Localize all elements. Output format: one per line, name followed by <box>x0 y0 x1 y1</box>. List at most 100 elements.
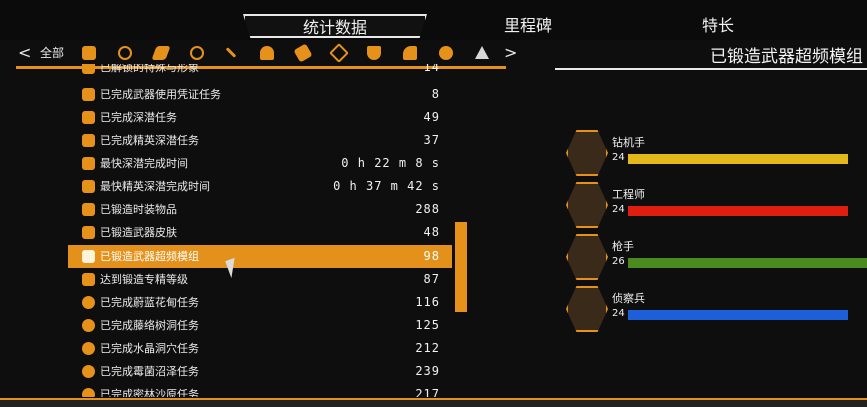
stat-value: 0 h 37 m 42 s <box>333 179 440 193</box>
stat-value: 98 <box>423 249 440 263</box>
engineer-avatar <box>566 182 608 228</box>
class-name: 工程师 <box>612 188 645 201</box>
anvil-icon <box>82 250 95 263</box>
class-scout: 侦察兵 24 <box>566 286 867 334</box>
detail-title: 已锻造武器超频模组 <box>710 47 863 67</box>
class-driller: 钻机手 24 <box>566 130 867 178</box>
shield-icon <box>82 134 95 147</box>
stat-label: 已锻造时装物品 <box>100 203 177 216</box>
class-bar <box>628 206 848 216</box>
stat-label: 已完成深潜任务 <box>100 111 177 124</box>
shield-icon <box>82 157 95 170</box>
stat-label: 已完成精英深潜任务 <box>100 134 199 147</box>
tab-perks[interactable]: 特长 <box>668 14 768 38</box>
coin-icon <box>82 296 95 309</box>
class-engineer: 工程师 24 <box>566 182 867 230</box>
chevron-right-icon[interactable]: > <box>504 42 517 64</box>
target-icon[interactable] <box>190 46 204 60</box>
stat-row[interactable]: 已完成藤络树洞任务 125 <box>68 314 452 337</box>
stat-value: 14 <box>423 64 440 74</box>
bomb-icon[interactable] <box>118 46 132 60</box>
stat-value: 0 h 22 m 8 s <box>341 156 440 170</box>
anvil-icon[interactable] <box>403 46 417 60</box>
top-tab-bar: 统计数据 里程碑 特长 <box>0 0 867 40</box>
bolt-icon[interactable] <box>151 46 171 60</box>
coin-icon <box>82 342 95 355</box>
class-value: 24 <box>612 152 625 163</box>
stat-value: 8 <box>431 87 440 101</box>
chevron-left-icon[interactable]: < <box>18 42 31 64</box>
stats-list: 已解锁的特殊与形象 14 已完成武器使用凭证任务 8 已完成深潜任务 49 已完成精英… <box>68 64 452 397</box>
tab-statistics[interactable]: 统计数据 <box>243 14 427 38</box>
stat-row[interactable]: 已完成密林沙原任务 217 <box>68 383 452 397</box>
stat-row[interactable]: 已完成精英深潜任务 37 <box>68 129 452 152</box>
shield-icon <box>82 180 95 193</box>
stat-label: 已锻造武器超频模组 <box>100 250 199 263</box>
anvil-icon <box>82 203 95 216</box>
stat-value: 48 <box>423 225 440 239</box>
tab-milestones[interactable]: 里程碑 <box>468 14 588 38</box>
stat-label: 已解锁的特殊与形象 <box>100 64 199 74</box>
anvil-icon <box>82 226 95 239</box>
pickaxe-icon[interactable] <box>225 47 237 58</box>
stat-value: 288 <box>415 202 440 216</box>
stat-row[interactable]: 已完成武器使用凭证任务 8 <box>68 83 452 106</box>
stat-row[interactable]: 已完成蔚蓝花甸任务 116 <box>68 291 452 314</box>
category-filter-bar: < 全部 > <box>12 42 522 64</box>
diamond-icon[interactable] <box>329 43 349 63</box>
stat-row-selected[interactable]: 已锻造武器超频模组 98 <box>68 245 452 268</box>
dwarf-helmet-icon[interactable] <box>260 46 274 60</box>
diamond-icon <box>82 88 95 101</box>
stat-value: 49 <box>423 110 440 124</box>
stat-row[interactable]: 已锻造武器皮肤 48 <box>68 221 452 244</box>
class-value: 26 <box>612 256 625 267</box>
stat-label: 已完成霉菌沼泽任务 <box>100 365 199 378</box>
stat-row[interactable]: 最快精英深潜完成时间 0 h 37 m 42 s <box>68 175 452 198</box>
stat-value: 87 <box>423 272 440 286</box>
coin-icon <box>82 319 95 332</box>
filter-all[interactable]: 全部 <box>40 42 64 64</box>
stat-label: 已完成藤络树洞任务 <box>100 319 199 332</box>
class-name: 枪手 <box>612 240 634 253</box>
class-bar <box>628 258 867 268</box>
detail-divider <box>555 68 867 70</box>
bottom-bar <box>0 398 867 407</box>
stat-row[interactable]: 最快深潜完成时间 0 h 22 m 8 s <box>68 152 452 175</box>
anvil-icon <box>82 273 95 286</box>
stat-value: 212 <box>415 341 440 355</box>
stat-label: 达到锻造专精等级 <box>100 273 188 286</box>
diamond-icon <box>82 64 95 74</box>
class-name: 侦察兵 <box>612 292 645 305</box>
stat-label: 已完成武器使用凭证任务 <box>100 88 221 101</box>
driller-avatar <box>566 130 608 176</box>
stat-row[interactable]: 已解锁的特殊与形象 14 <box>68 64 452 79</box>
stat-label: 已完成水晶洞穴任务 <box>100 342 199 355</box>
ticket-icon[interactable] <box>293 43 313 63</box>
hat-icon[interactable] <box>82 46 96 60</box>
shield-icon <box>82 111 95 124</box>
cave-icon[interactable] <box>475 46 489 59</box>
detail-header: 已锻造武器超频模组 <box>555 42 867 67</box>
stat-value: 116 <box>415 295 440 309</box>
stat-label: 最快深潜完成时间 <box>100 157 188 170</box>
stat-label: 最快精英深潜完成时间 <box>100 180 210 193</box>
shield-icon[interactable] <box>367 46 381 60</box>
coin-icon[interactable] <box>439 46 453 60</box>
list-scrollbar[interactable] <box>455 222 467 312</box>
stat-value: 239 <box>415 364 440 378</box>
coin-icon <box>82 365 95 378</box>
gunner-avatar <box>566 234 608 280</box>
stat-label: 已完成密林沙原任务 <box>100 388 199 397</box>
class-bar <box>628 154 848 164</box>
stat-value: 217 <box>415 387 440 397</box>
stat-row[interactable]: 达到锻造专精等级 87 <box>68 268 452 291</box>
class-name: 钻机手 <box>612 136 645 149</box>
stat-row[interactable]: 已锻造时装物品 288 <box>68 198 452 221</box>
class-bar <box>628 310 848 320</box>
stat-row[interactable]: 已完成水晶洞穴任务 212 <box>68 337 452 360</box>
class-value: 24 <box>612 308 625 319</box>
stat-row[interactable]: 已完成霉菌沼泽任务 239 <box>68 360 452 383</box>
stat-label: 已完成蔚蓝花甸任务 <box>100 296 199 309</box>
coin-icon <box>82 388 95 397</box>
stat-row[interactable]: 已完成深潜任务 49 <box>68 106 452 129</box>
